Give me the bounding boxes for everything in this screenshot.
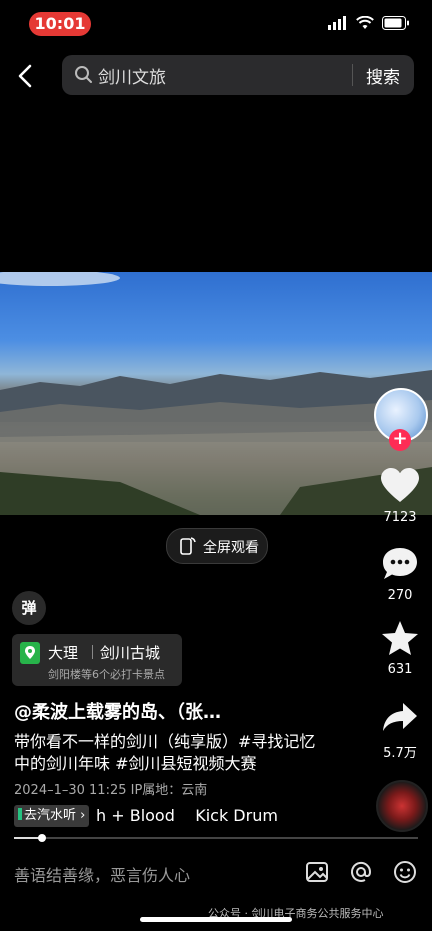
description-line-1: 带你看不一样的剑川（纯享版）#寻找记忆 <box>14 732 316 751</box>
like-count: 7123 <box>383 510 417 525</box>
location-pin-icon <box>20 642 40 664</box>
description-line-2: 中的剑川年味 #剑川县短视频大赛 <box>14 754 257 773</box>
music-app-label: 去汽水听 › <box>24 808 86 823</box>
post-description: 带你看不一样的剑川（纯享版）#寻找记忆 中的剑川年味 #剑川县短视频大赛 <box>14 731 354 775</box>
music-title[interactable]: h + Blood Kick Drum <box>96 806 278 825</box>
fullscreen-label: 全屏观看 <box>203 540 259 556</box>
home-indicator[interactable] <box>140 917 292 922</box>
back-arrow-icon[interactable] <box>14 62 38 90</box>
progress-track[interactable] <box>14 837 418 839</box>
search-icon <box>75 66 92 83</box>
battery-icon <box>382 16 409 30</box>
post-meta: 2024–1–30 11:25 IP属地：云南 <box>14 783 208 798</box>
wifi-icon <box>356 16 374 29</box>
landscape-image <box>0 272 432 515</box>
heart-icon <box>381 468 419 502</box>
fullscreen-rotate-icon <box>180 537 196 555</box>
progress-handle[interactable] <box>38 834 47 842</box>
comment-bubble-icon <box>383 548 417 579</box>
star-icon <box>382 621 418 655</box>
status-icons <box>328 16 410 30</box>
share-button[interactable]: 5.7万 <box>372 700 428 761</box>
video-player[interactable] <box>0 272 432 515</box>
music-disc[interactable] <box>376 780 428 832</box>
like-button[interactable]: 7123 <box>372 468 428 525</box>
comment-button[interactable]: 270 <box>372 546 428 603</box>
music-app-tag[interactable]: 去汽水听 › <box>14 805 90 827</box>
location-separator <box>92 645 93 659</box>
author-name[interactable]: @柔波上载雾的岛、（张… <box>14 698 221 724</box>
location-spot: 剑川古城 <box>100 644 161 662</box>
favorite-count: 631 <box>387 662 413 677</box>
share-arrow-icon <box>383 703 417 731</box>
fullscreen-button[interactable]: 全屏观看 <box>166 528 268 564</box>
location-city: 大理 <box>48 644 79 662</box>
comment-input[interactable]: 善语结善缘，恶言伤人心 <box>14 862 190 886</box>
follow-button[interactable]: + <box>389 429 411 451</box>
location-card[interactable]: 大理 剑川古城 剑阳楼等6个必打卡景点 <box>12 634 182 686</box>
search-divider <box>352 64 353 86</box>
share-count: 5.7万 <box>383 746 417 761</box>
search-button[interactable]: 搜索 <box>366 63 400 88</box>
search-bar[interactable]: 剑川文旅 搜索 <box>62 55 414 95</box>
search-input[interactable]: 剑川文旅 <box>98 63 166 88</box>
signal-icon <box>328 16 346 30</box>
emoji-icon[interactable] <box>392 859 418 885</box>
image-icon[interactable] <box>304 859 330 885</box>
status-time: 10:01 <box>29 12 91 36</box>
music-app-logo-icon <box>18 808 22 820</box>
danmu-toggle[interactable]: 弹 <box>12 591 46 625</box>
location-subtitle: 剑阳楼等6个必打卡景点 <box>48 668 165 681</box>
comment-count: 270 <box>387 588 413 603</box>
mention-icon[interactable] <box>348 859 374 885</box>
favorite-button[interactable]: 631 <box>372 620 428 677</box>
